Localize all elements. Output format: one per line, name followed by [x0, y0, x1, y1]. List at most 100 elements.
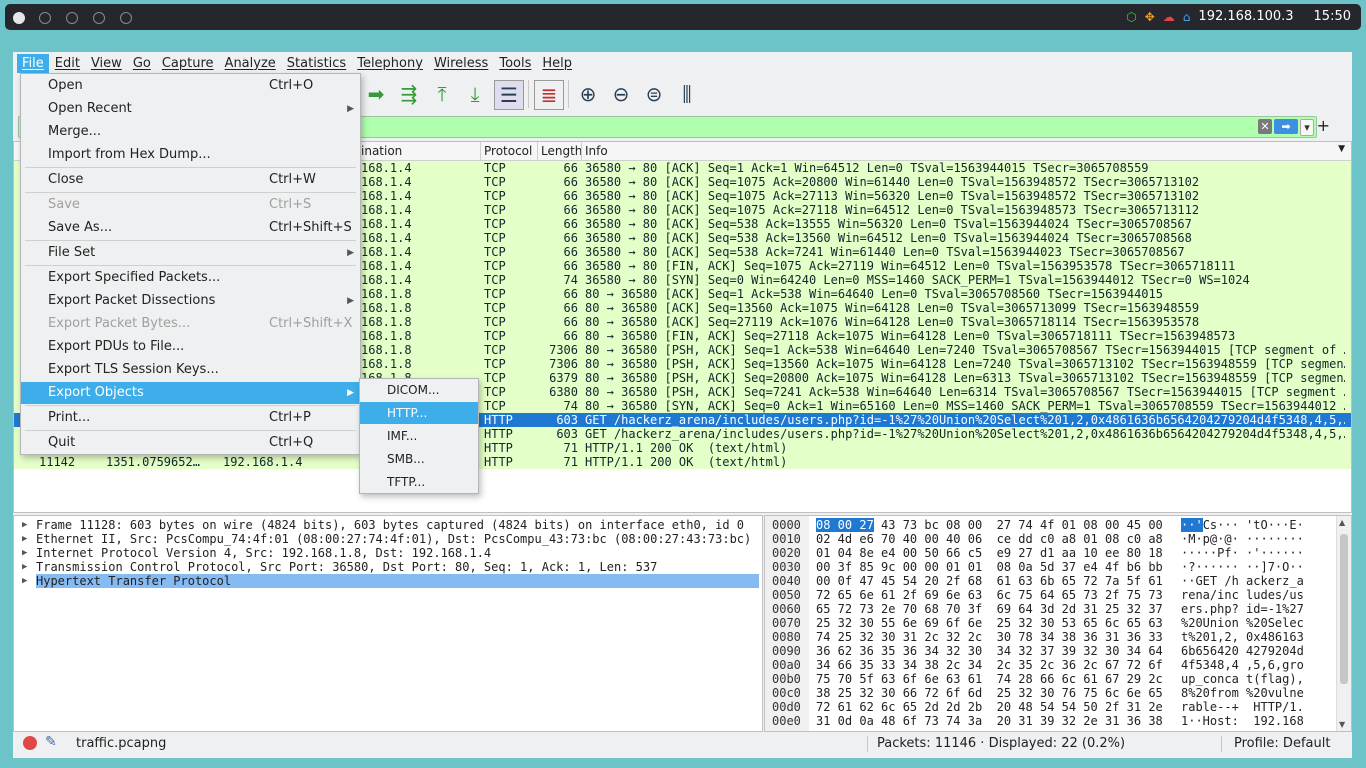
menu-capture[interactable]: Capture — [157, 54, 219, 73]
menu-view[interactable]: View — [86, 54, 127, 73]
hex-ascii[interactable]: rena/inc ludes/us — [1181, 588, 1304, 602]
zoom-out-icon[interactable]: ⊖ — [607, 80, 635, 108]
hex-ascii[interactable]: t%201,2, 0x486163 — [1181, 630, 1304, 644]
expert-info-icon[interactable] — [23, 736, 37, 750]
chevron-down-icon[interactable]: ▼ — [1338, 144, 1345, 154]
column-length[interactable]: Length — [541, 144, 582, 158]
hex-bytes[interactable]: 38 25 32 30 66 72 6f 6d 25 32 30 76 75 6… — [816, 686, 1163, 700]
menu-tools[interactable]: Tools — [494, 54, 536, 73]
workspace-2[interactable] — [39, 12, 51, 24]
export-objects-item-dicom[interactable]: DICOM... — [360, 379, 478, 401]
menu-telephony[interactable]: Telephony — [352, 54, 428, 73]
file-menu-item-import-from-hex-dump[interactable]: Import from Hex Dump... — [21, 144, 360, 166]
file-menu-item-save[interactable]: Save Ctrl+S — [21, 194, 360, 216]
file-menu-item-open[interactable]: Open Ctrl+O — [21, 75, 360, 97]
workspace-1[interactable] — [13, 12, 25, 24]
first-packet-icon[interactable]: ⤒ — [428, 80, 456, 108]
hex-bytes[interactable]: 02 4d e6 70 40 00 40 06 ce dd c0 a8 01 0… — [816, 532, 1163, 546]
workspace-4[interactable] — [93, 12, 105, 24]
zoom-reset-icon[interactable]: ⊜ — [640, 80, 668, 108]
add-filter-button[interactable]: + — [1317, 116, 1330, 135]
hex-ascii[interactable]: ers.php? id=-1%27 — [1181, 602, 1304, 616]
file-menu-item-save-as[interactable]: Save As... Ctrl+Shift+S — [21, 217, 360, 239]
hex-bytes[interactable]: 74 25 32 30 31 2c 32 2c 30 78 34 38 36 3… — [816, 630, 1163, 644]
menu-file[interactable]: File — [17, 53, 49, 73]
menu-help[interactable]: Help — [537, 54, 577, 73]
colorize-icon[interactable]: ≣ — [534, 80, 564, 110]
file-menu-item-quit[interactable]: Quit Ctrl+Q — [21, 432, 360, 454]
hex-bytes[interactable]: 08 00 27 43 73 bc 08 00 27 74 4f 01 08 0… — [816, 518, 1163, 532]
file-menu-item-merge[interactable]: Merge... — [21, 121, 360, 143]
column-destination[interactable]: ination — [361, 144, 402, 158]
detail-tree-item[interactable]: ▶ Transmission Control Protocol, Src Port… — [14, 560, 762, 574]
last-packet-icon[interactable]: ⤓ — [461, 80, 489, 108]
hex-ascii[interactable]: ··'Cs··· 'tO···E· — [1181, 518, 1304, 532]
hex-ascii[interactable]: 8%20from %20vulne — [1181, 686, 1304, 700]
hex-scrollbar[interactable]: ▲ ▼ — [1336, 516, 1351, 731]
menu-go[interactable]: Go — [128, 54, 156, 73]
edit-comment-icon[interactable]: ✎ — [45, 734, 57, 750]
file-menu-item-file-set[interactable]: File Set ▶ — [21, 242, 360, 264]
export-objects-item-http[interactable]: HTTP... — [360, 402, 478, 424]
hex-ascii[interactable]: ·····Pf· ·'······ — [1181, 546, 1304, 560]
cube-icon[interactable]: ⬡ — [1126, 10, 1136, 24]
autoscroll-icon[interactable]: ☰ — [494, 80, 524, 110]
hex-ascii[interactable]: %20Union %20Selec — [1181, 616, 1304, 630]
menu-analyze[interactable]: Analyze — [220, 54, 281, 73]
go-to-packet-icon[interactable]: ⇶ — [395, 80, 423, 108]
detail-tree-item[interactable]: ▶ Frame 11128: 603 bytes on wire (4824 bi… — [14, 518, 762, 532]
hex-ascii[interactable]: 1··Host: 192.168 — [1181, 714, 1304, 728]
hex-bytes[interactable]: 00 3f 85 9c 00 00 01 01 08 0a 5d 37 e4 4… — [816, 560, 1163, 574]
packet-row[interactable]: 111421351.0759652…192.168.1.4192.HTTP71H… — [14, 455, 1351, 469]
hex-bytes[interactable]: 34 66 35 33 34 38 2c 34 2c 35 2c 36 2c 6… — [816, 658, 1163, 672]
menu-edit[interactable]: Edit — [50, 54, 85, 73]
hex-ascii[interactable]: 6b656420 4279204d — [1181, 644, 1304, 658]
go-forward-icon[interactable]: ➡ — [362, 80, 390, 108]
hex-ascii[interactable]: ·?······ ··]7·O·· — [1181, 560, 1304, 574]
menu-wireless[interactable]: Wireless — [429, 54, 493, 73]
hex-bytes[interactable]: 36 62 36 35 36 34 32 30 34 32 37 39 32 3… — [816, 644, 1163, 658]
resize-columns-icon[interactable]: ⫼ — [673, 80, 701, 108]
menu-statistics[interactable]: Statistics — [282, 54, 351, 73]
hex-bytes[interactable]: 72 65 6e 61 2f 69 6e 63 6c 75 64 65 73 2… — [816, 588, 1163, 602]
export-objects-item-tftp[interactable]: TFTP... — [360, 471, 478, 493]
cloud-icon[interactable]: ☁ — [1163, 10, 1175, 24]
hex-ascii[interactable]: rable--+ HTTP/1. — [1181, 700, 1304, 714]
apply-filter-icon[interactable]: ➡ — [1274, 119, 1298, 134]
workspace-3[interactable] — [66, 12, 78, 24]
hex-bytes-selected[interactable]: 08 00 27 — [816, 518, 874, 532]
expand-arrow-icon[interactable]: ▶ — [22, 546, 27, 560]
hex-ascii-selected[interactable]: ··' — [1181, 518, 1203, 532]
detail-tree-item[interactable]: ▶ Hypertext Transfer Protocol — [14, 574, 762, 588]
column-info[interactable]: Info — [585, 144, 608, 158]
expand-arrow-icon[interactable]: ▶ — [22, 574, 27, 588]
hex-bytes[interactable]: 00 0f 47 45 54 20 2f 68 61 63 6b 65 72 7… — [816, 574, 1163, 588]
chevron-down-icon[interactable]: ▾ — [1300, 119, 1314, 136]
file-menu-item-export-tls-session-keys[interactable]: Export TLS Session Keys... — [21, 359, 360, 381]
column-protocol[interactable]: Protocol — [484, 144, 532, 158]
hex-ascii[interactable]: 4f5348,4 ,5,6,gro — [1181, 658, 1304, 672]
hex-bytes[interactable]: 72 61 62 6c 65 2d 2d 2b 20 48 54 54 50 2… — [816, 700, 1163, 714]
file-menu-item-print[interactable]: Print... Ctrl+P — [21, 407, 360, 429]
crosshair-icon[interactable]: ✥ — [1145, 10, 1155, 24]
clear-filter-icon[interactable]: ✕ — [1258, 119, 1272, 134]
hex-ascii[interactable]: up_conca t(flag), — [1181, 672, 1304, 686]
hex-bytes[interactable]: 01 04 8e e4 00 50 66 c5 e9 27 d1 aa 10 e… — [816, 546, 1163, 560]
hex-bytes[interactable]: 25 32 30 55 6e 69 6f 6e 25 32 30 53 65 6… — [816, 616, 1163, 630]
file-menu-item-open-recent[interactable]: Open Recent ▶ — [21, 98, 360, 120]
file-menu-item-export-objects[interactable]: Export Objects ▶ — [21, 382, 360, 404]
file-menu-item-export-specified-packets[interactable]: Export Specified Packets... — [21, 267, 360, 289]
workspace-5[interactable] — [120, 12, 132, 24]
export-objects-item-smb[interactable]: SMB... — [360, 448, 478, 470]
home-icon[interactable]: ⌂ — [1183, 10, 1191, 24]
file-menu-item-export-pdus-to-file[interactable]: Export PDUs to File... — [21, 336, 360, 358]
hex-bytes[interactable]: 75 70 5f 63 6f 6e 63 61 74 28 66 6c 61 6… — [816, 672, 1163, 686]
detail-tree-item[interactable]: ▶ Internet Protocol Version 4, Src: 192.1… — [14, 546, 762, 560]
file-menu-item-close[interactable]: Close Ctrl+W — [21, 169, 360, 191]
hex-bytes[interactable]: 31 0d 0a 48 6f 73 74 3a 20 31 39 32 2e 3… — [816, 714, 1163, 728]
export-objects-item-imf[interactable]: IMF... — [360, 425, 478, 447]
file-menu-item-export-packet-bytes[interactable]: Export Packet Bytes... Ctrl+Shift+X — [21, 313, 360, 335]
profile-label[interactable]: Profile: Default — [1234, 736, 1330, 751]
hex-bytes[interactable]: 65 72 73 2e 70 68 70 3f 69 64 3d 2d 31 2… — [816, 602, 1163, 616]
expand-arrow-icon[interactable]: ▶ — [22, 518, 27, 532]
